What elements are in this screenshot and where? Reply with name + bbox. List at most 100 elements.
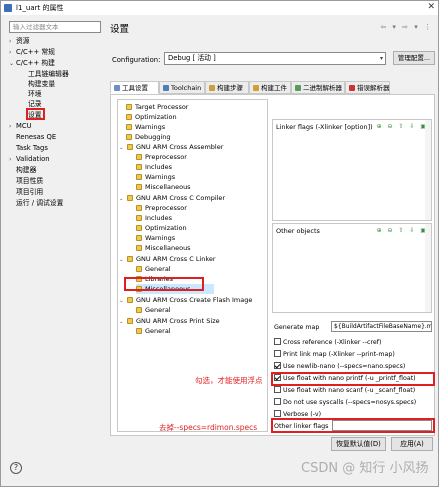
tree-item-cc-optimization[interactable]: Optimization (136, 223, 187, 233)
tree-item-label: GNU ARM Cross Assembler (136, 143, 224, 151)
manage-configurations-button[interactable]: 管理配置... (393, 51, 435, 65)
nav-item-mcu[interactable]: › MCU (9, 121, 32, 131)
list-toolbar-icons[interactable]: ⊕ ⊖ ⇧ ⇩ ▣ (377, 123, 428, 130)
nav-item-toolchain-editor[interactable]: 工具链编辑器 (28, 69, 69, 79)
expand-icon[interactable]: › (9, 155, 16, 165)
tab-tool-settings[interactable]: 工具设置 (110, 81, 159, 94)
tab-build-artifact[interactable]: 构建工件 (249, 81, 291, 94)
tree-item-optimization[interactable]: Optimization (126, 112, 177, 122)
generate-map-input[interactable]: ${BuildArtifactFileBaseName}.map (331, 321, 432, 332)
tool-icon (127, 195, 133, 201)
help-icon[interactable]: ? (10, 462, 22, 474)
collapse-icon[interactable]: ⌄ (9, 59, 16, 69)
tree-item-cc-miscellaneous[interactable]: Miscellaneous (136, 243, 191, 253)
tree-item-label: Includes (145, 163, 173, 171)
tree-item-asm-includes[interactable]: Includes (136, 162, 172, 172)
checkbox[interactable] (274, 386, 281, 393)
nav-item-builders[interactable]: 构建器 (16, 165, 36, 175)
nav-item-resource[interactable]: › 资源 (9, 36, 30, 46)
close-icon[interactable]: ✕ (427, 2, 435, 12)
other-objects-list[interactable]: Other objects ⊕ ⊖ ⇧ ⇩ ▣ (272, 223, 432, 313)
apply-button[interactable]: 应用(A) (391, 437, 433, 451)
checkbox[interactable] (274, 410, 281, 417)
option-nano-scanf-float[interactable]: Use float with nano scanf (-u _scanf_flo… (274, 386, 415, 396)
nav-item-project-references[interactable]: 项目引用 (16, 187, 43, 197)
nav-item-run-debug-settings[interactable]: 运行 / 调试设置 (16, 198, 63, 208)
tab-binary-parsers[interactable]: 二进制解析器 (291, 81, 345, 94)
nav-item-label: 构建器 (16, 166, 37, 174)
tree-item-label: Warnings (135, 123, 166, 131)
tree-item-label: Includes (145, 214, 173, 222)
project-icon (4, 4, 12, 12)
expand-icon[interactable]: › (9, 122, 16, 132)
tree-item-cross-c-compiler[interactable]: ⌄ GNU ARM Cross C Compiler (119, 193, 225, 203)
nav-item-label: 工具链编辑器 (28, 70, 69, 78)
option-label: Verbose (-v) (283, 411, 322, 418)
tab-build-steps[interactable]: 构建步骤 (205, 81, 249, 94)
restore-defaults-button[interactable]: 恢复默认值(D) (331, 437, 386, 451)
expand-icon[interactable]: › (9, 37, 16, 47)
tree-item-label: General (145, 306, 171, 314)
collapse-icon[interactable]: ⌄ (119, 143, 127, 153)
scrollbar[interactable] (425, 224, 431, 312)
tab-label: 工具设置 (122, 84, 148, 92)
tree-item-cross-c-linker[interactable]: ⌄ GNU ARM Cross C Linker (119, 254, 216, 264)
tree-item-flash-general[interactable]: General (136, 305, 171, 315)
tree-item-debugging[interactable]: Debugging (126, 132, 171, 142)
nav-item-cpp-general[interactable]: › C/C++ 常规 (9, 47, 55, 57)
scrollbar[interactable] (425, 120, 431, 220)
filter-input[interactable]: 输入过滤器文本 (9, 21, 101, 33)
checkbox[interactable] (274, 338, 281, 345)
tree-item-ld-general[interactable]: General (136, 264, 171, 274)
settings-page-icon (136, 184, 142, 190)
expand-icon[interactable]: › (9, 48, 16, 58)
tree-item-print-size[interactable]: ⌄ GNU ARM Cross Print Size (119, 316, 220, 326)
nav-item-validation[interactable]: › Validation (9, 154, 50, 164)
other-objects-label: Other objects (276, 227, 320, 235)
option-print-link-map[interactable]: Print link map (-Xlinker --print-map) (274, 350, 395, 360)
option-newlib-nano[interactable]: Use newlib-nano (--specs=nano.specs) (274, 362, 405, 372)
chevron-down-icon: ▾ (379, 55, 383, 62)
tree-item-create-flash-image[interactable]: ⌄ GNU ARM Cross Create Flash Image (119, 295, 252, 305)
nav-item-environment[interactable]: 环境 (28, 89, 42, 99)
option-no-syscalls[interactable]: Do not use syscalls (--specs=nosys.specs… (274, 398, 416, 408)
checkbox[interactable] (274, 398, 281, 405)
nav-item-project-natures[interactable]: 项目性质 (16, 176, 43, 186)
tree-item-warnings[interactable]: Warnings (126, 122, 165, 132)
annotation-check-note: 勾选，才能使用浮点 (195, 376, 263, 385)
collapse-icon[interactable]: ⌄ (119, 296, 127, 306)
list-toolbar-icons[interactable]: ⊕ ⊖ ⇧ ⇩ ▣ (377, 227, 428, 234)
nav-item-build-variables[interactable]: 构建变量 (28, 79, 55, 89)
settings-page-icon (136, 225, 142, 231)
settings-page-icon (136, 266, 142, 272)
tree-item-cross-assembler[interactable]: ⌄ GNU ARM Cross Assembler (119, 142, 223, 152)
option-cross-reference[interactable]: Cross reference (-Xlinker --cref) (274, 338, 381, 348)
tree-item-size-general[interactable]: General (136, 326, 171, 336)
nav-item-renesas-qe[interactable]: Renesas QE (16, 132, 56, 142)
tree-item-asm-preprocessor[interactable]: Preprocessor (136, 152, 187, 162)
linker-flags-list[interactable]: Linker flags (-Xlinker [option]) ⊕ ⊖ ⇧ ⇩… (272, 119, 432, 221)
history-nav-icons[interactable]: ⇦ ▾ ⇨ ▾ ⋮ (380, 23, 433, 31)
tool-icon (127, 297, 133, 303)
nav-item-task-tags[interactable]: Task Tags (16, 143, 48, 153)
collapse-icon[interactable]: ⌄ (119, 194, 127, 204)
tree-item-cc-preprocessor[interactable]: Preprocessor (136, 203, 187, 213)
tree-item-asm-warnings[interactable]: Warnings (136, 172, 175, 182)
configuration-select[interactable]: Debug [ 活动 ] ▾ (164, 52, 386, 65)
tree-item-target-processor[interactable]: Target Processor (126, 102, 188, 112)
tree-item-cc-warnings[interactable]: Warnings (136, 233, 175, 243)
checkbox[interactable] (274, 350, 281, 357)
tree-item-label: General (145, 265, 171, 273)
page-title: 设置 (110, 24, 130, 35)
tree-item-cc-includes[interactable]: Includes (136, 213, 172, 223)
tab-toolchain[interactable]: Toolchain (159, 81, 205, 94)
collapse-icon[interactable]: ⌄ (119, 255, 127, 265)
tool-icon (127, 256, 133, 262)
properties-window: l1_uart 的属性 ✕ 输入过滤器文本 › 资源 › C/C++ 常规 ⌄ C/C… (0, 0, 439, 487)
collapse-icon[interactable]: ⌄ (119, 317, 127, 327)
checkbox-checked[interactable] (274, 362, 281, 369)
tab-error-parsers[interactable]: 错误解析器 (345, 81, 390, 94)
nav-item-cpp-build[interactable]: ⌄ C/C++ 构建 (9, 58, 55, 68)
option-label: Cross reference (-Xlinker --cref) (283, 339, 382, 346)
tree-item-asm-miscellaneous[interactable]: Miscellaneous (136, 182, 191, 192)
